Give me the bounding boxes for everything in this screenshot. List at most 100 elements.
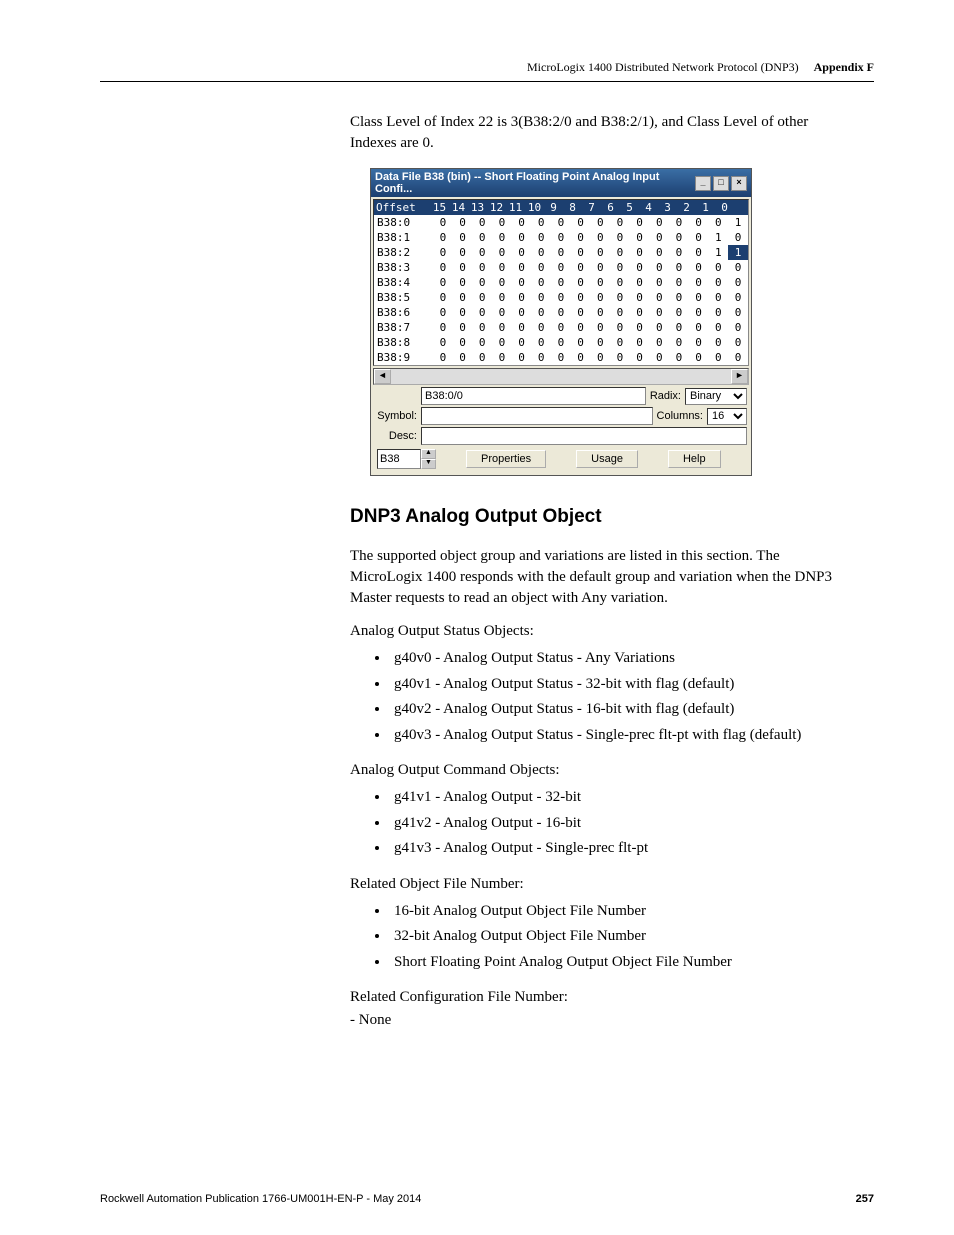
minimize-icon[interactable]: _ [695,176,711,191]
bit-cell[interactable]: 0 [551,335,571,350]
bit-cell[interactable]: 0 [590,290,610,305]
bit-cell[interactable]: 0 [708,260,728,275]
bit-cell[interactable]: 0 [433,290,453,305]
bit-cell[interactable]: 0 [669,230,689,245]
bit-cell[interactable]: 0 [531,320,551,335]
bit-cell[interactable]: 0 [492,335,512,350]
bit-cell[interactable]: 0 [728,350,748,365]
bit-cell[interactable]: 0 [531,275,551,290]
bit-cell[interactable]: 0 [571,305,591,320]
bit-cell[interactable]: 0 [433,320,453,335]
bit-cell[interactable]: 0 [433,305,453,320]
bit-cell[interactable]: 0 [630,320,650,335]
bit-cell[interactable]: 0 [571,290,591,305]
bit-cell[interactable]: 0 [649,245,669,260]
bit-cell[interactable]: 0 [433,245,453,260]
bit-cell[interactable]: 0 [453,350,473,365]
bit-cell[interactable]: 0 [610,275,630,290]
bit-cell[interactable]: 0 [472,275,492,290]
bit-cell[interactable]: 0 [649,230,669,245]
bit-cell[interactable]: 0 [649,260,669,275]
help-button[interactable]: Help [668,450,721,468]
bit-cell[interactable]: 0 [669,335,689,350]
bit-cell[interactable]: 1 [708,245,728,260]
bit-cell[interactable]: 0 [453,215,473,230]
bit-cell[interactable]: 0 [649,335,669,350]
bit-cell[interactable]: 0 [689,350,709,365]
bit-cell[interactable]: 0 [453,290,473,305]
bit-cell[interactable]: 0 [689,245,709,260]
bit-cell[interactable]: 0 [433,260,453,275]
bit-cell[interactable]: 0 [571,260,591,275]
bit-cell[interactable]: 0 [492,275,512,290]
bit-cell[interactable]: 0 [571,215,591,230]
bit-cell[interactable]: 0 [472,260,492,275]
bit-cell[interactable]: 0 [453,335,473,350]
bit-cell[interactable]: 0 [689,335,709,350]
bit-cell[interactable]: 0 [453,245,473,260]
bit-cell[interactable]: 0 [689,320,709,335]
bit-cell[interactable]: 0 [610,335,630,350]
address-input[interactable] [421,387,646,405]
bit-cell[interactable]: 0 [590,215,610,230]
bit-cell[interactable]: 0 [630,215,650,230]
usage-button[interactable]: Usage [576,450,638,468]
bit-cell[interactable]: 0 [630,275,650,290]
bit-cell[interactable]: 0 [551,305,571,320]
bit-cell[interactable]: 0 [728,275,748,290]
bit-cell[interactable]: 0 [512,350,532,365]
bit-cell[interactable]: 0 [728,305,748,320]
bit-cell[interactable]: 0 [669,215,689,230]
close-icon[interactable]: × [731,176,747,191]
bit-cell[interactable]: 0 [669,350,689,365]
scroll-right-icon[interactable]: ► [731,369,748,384]
bit-cell[interactable]: 0 [689,260,709,275]
bit-cell[interactable]: 0 [453,275,473,290]
bit-cell[interactable]: 0 [590,275,610,290]
bit-cell[interactable]: 1 [728,245,748,260]
bit-cell[interactable]: 0 [551,260,571,275]
properties-button[interactable]: Properties [466,450,546,468]
bit-cell[interactable]: 0 [728,335,748,350]
bit-cell[interactable]: 0 [551,290,571,305]
symbol-input[interactable] [421,407,653,425]
bit-cell[interactable]: 0 [610,290,630,305]
bit-cell[interactable]: 0 [649,305,669,320]
radix-select[interactable]: Binary [685,388,747,405]
bit-cell[interactable]: 0 [708,305,728,320]
columns-select[interactable]: 16 [707,408,747,425]
bit-cell[interactable]: 0 [472,230,492,245]
file-spinner[interactable]: ▲▼ [377,449,436,469]
bit-cell[interactable]: 0 [531,335,551,350]
bit-cell[interactable]: 0 [728,230,748,245]
bit-cell[interactable]: 0 [571,320,591,335]
bit-cell[interactable]: 0 [590,305,610,320]
bit-cell[interactable]: 0 [492,260,512,275]
bit-cell[interactable]: 0 [433,215,453,230]
bit-cell[interactable]: 0 [531,350,551,365]
bit-cell[interactable]: 0 [492,230,512,245]
bit-cell[interactable]: 0 [728,290,748,305]
bit-cell[interactable]: 0 [689,230,709,245]
bit-cell[interactable]: 0 [492,290,512,305]
bit-cell[interactable]: 0 [512,215,532,230]
bit-cell[interactable]: 0 [571,335,591,350]
bit-cell[interactable]: 0 [512,305,532,320]
bit-cell[interactable]: 0 [531,215,551,230]
bit-cell[interactable]: 0 [472,335,492,350]
bit-cell[interactable]: 0 [649,275,669,290]
bit-cell[interactable]: 0 [630,290,650,305]
bit-cell[interactable]: 0 [728,320,748,335]
bit-cell[interactable]: 0 [571,230,591,245]
bit-cell[interactable]: 0 [453,305,473,320]
bit-cell[interactable]: 0 [610,320,630,335]
bit-cell[interactable]: 0 [669,245,689,260]
bit-cell[interactable]: 0 [472,245,492,260]
bit-cell[interactable]: 0 [708,215,728,230]
bit-cell[interactable]: 0 [551,245,571,260]
bit-cell[interactable]: 0 [512,335,532,350]
bit-cell[interactable]: 0 [708,350,728,365]
bit-cell[interactable]: 0 [708,275,728,290]
bit-cell[interactable]: 0 [669,260,689,275]
bit-cell[interactable]: 0 [472,320,492,335]
